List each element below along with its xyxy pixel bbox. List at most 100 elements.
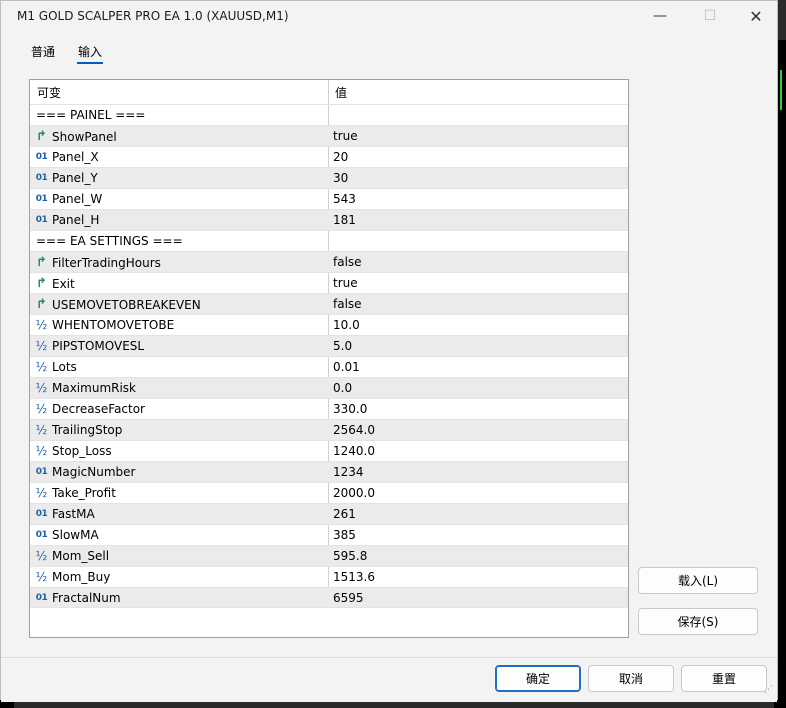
variable-name: Exit [52, 276, 75, 291]
variable-value-cell[interactable]: 595.8 [333, 549, 367, 563]
reset-button[interactable]: 重置 [681, 665, 767, 692]
load-button[interactable]: 载入(L) [638, 567, 758, 594]
variable-name: FilterTradingHours [52, 255, 161, 270]
variable-name: FastMA [52, 507, 95, 521]
cancel-button[interactable]: 取消 [588, 665, 674, 692]
background-chart-line [780, 70, 782, 110]
variable-value-cell[interactable]: 30 [333, 171, 348, 185]
column-header-value[interactable]: 值 [335, 84, 347, 101]
double-type-icon: ½ [35, 444, 48, 458]
variable-value-cell[interactable]: 543 [333, 192, 356, 206]
variable-value-cell[interactable]: true [333, 276, 358, 290]
table-row[interactable]: 01 Panel_H 181 [30, 209, 628, 230]
variable-name-cell: 01 SlowMA [34, 528, 99, 542]
table-row[interactable]: ↱ ShowPanel true [30, 125, 628, 146]
variable-name-cell: ↱ Exit [34, 276, 75, 291]
inputs-table: 可变 值 === PAINEL === ↱ ShowPanel true 01 Panel… [29, 79, 629, 638]
table-row[interactable]: ½ MaximumRisk 0.0 [30, 377, 628, 398]
table-row[interactable]: ½ Lots 0.01 [30, 356, 628, 377]
table-row[interactable]: ½ Mom_Buy 1513.6 [30, 566, 628, 587]
double-type-icon: ½ [35, 318, 48, 332]
variable-name-cell: 01 FastMA [34, 507, 95, 521]
variable-name: DecreaseFactor [52, 402, 145, 416]
save-button[interactable]: 保存(S) [638, 608, 758, 635]
window-title: M1 GOLD SCALPER PRO EA 1.0 (XAUUSD,M1) [17, 9, 289, 23]
bool-type-icon: ↱ [36, 297, 47, 312]
variable-name-cell: ½ Mom_Buy [34, 570, 111, 584]
variable-name-cell: ½ DecreaseFactor [34, 402, 145, 416]
table-row[interactable]: ↱ Exit true [30, 272, 628, 293]
double-type-icon: ½ [35, 339, 48, 353]
table-row[interactable]: 01 Panel_Y 30 [30, 167, 628, 188]
table-row[interactable]: ½ WHENTOMOVETOBE 10.0 [30, 314, 628, 335]
ok-button[interactable]: 确定 [495, 665, 581, 692]
variable-value-cell[interactable]: 1234 [333, 465, 364, 479]
variable-value-cell[interactable]: 0.0 [333, 381, 352, 395]
double-type-icon: ½ [35, 360, 48, 374]
variable-value-cell[interactable]: 0.01 [333, 360, 360, 374]
int-type-icon: 01 [35, 215, 48, 225]
table-row[interactable]: ½ TrailingStop 2564.0 [30, 419, 628, 440]
variable-name-cell: ↱ USEMOVETOBREAKEVEN [34, 297, 201, 312]
variable-value-cell[interactable]: 20 [333, 150, 348, 164]
variable-name: USEMOVETOBREAKEVEN [52, 297, 201, 312]
double-type-icon: ½ [35, 570, 48, 584]
variable-name: Mom_Sell [52, 549, 110, 563]
int-type-icon: 01 [35, 194, 48, 204]
variable-name-cell: ½ PIPSTOMOVESL [34, 339, 144, 353]
double-type-icon: ½ [35, 402, 48, 416]
variable-value-cell[interactable]: 330.0 [333, 402, 367, 416]
table-row[interactable]: 01 SlowMA 385 [30, 524, 628, 545]
table-row[interactable]: 01 MagicNumber 1234 [30, 461, 628, 482]
variable-value-cell[interactable]: 181 [333, 213, 356, 227]
variable-value-cell[interactable]: 1240.0 [333, 444, 375, 458]
variable-value-cell[interactable]: false [333, 297, 362, 311]
variable-name-cell: === EA SETTINGS === [36, 234, 183, 248]
title-bar[interactable]: M1 GOLD SCALPER PRO EA 1.0 (XAUUSD,M1) —… [1, 1, 777, 31]
bool-type-icon: ↱ [36, 276, 47, 291]
variable-value-cell[interactable]: 5.0 [333, 339, 352, 353]
variable-value-cell[interactable]: 2000.0 [333, 486, 375, 500]
table-row[interactable]: ↱ USEMOVETOBREAKEVEN false [30, 293, 628, 314]
variable-value-cell[interactable]: 10.0 [333, 318, 360, 332]
close-icon[interactable]: ✕ [733, 1, 779, 31]
variable-value-cell[interactable]: false [333, 255, 362, 269]
tab-common[interactable]: 普通 [31, 43, 55, 60]
variable-name: Panel_H [52, 213, 100, 227]
minimize-icon[interactable]: — [637, 1, 683, 31]
table-row[interactable]: ½ Stop_Loss 1240.0 [30, 440, 628, 461]
table-row[interactable]: ↱ FilterTradingHours false [30, 251, 628, 272]
variable-name: Take_Profit [52, 486, 116, 500]
variable-name-cell: 01 Panel_X [34, 150, 99, 164]
variable-name: Panel_Y [52, 171, 98, 185]
double-type-icon: ½ [35, 486, 48, 500]
variable-value-cell[interactable]: 2564.0 [333, 423, 375, 437]
section-header-row[interactable]: === EA SETTINGS === [30, 230, 628, 251]
table-row[interactable]: ½ DecreaseFactor 330.0 [30, 398, 628, 419]
double-type-icon: ½ [35, 549, 48, 563]
variable-name: === PAINEL === [36, 108, 146, 122]
variable-value-cell[interactable]: 6595 [333, 591, 364, 605]
variable-value-cell[interactable]: 261 [333, 507, 356, 521]
table-row[interactable]: 01 Panel_X 20 [30, 146, 628, 167]
tab-inputs[interactable]: 输入 [76, 43, 104, 64]
column-header-variable[interactable]: 可变 [37, 84, 61, 101]
variable-value-cell[interactable]: 385 [333, 528, 356, 542]
variable-value-cell[interactable]: 1513.6 [333, 570, 375, 584]
int-type-icon: 01 [35, 593, 48, 603]
table-row[interactable]: ½ PIPSTOMOVESL 5.0 [30, 335, 628, 356]
variable-name-cell: ½ MaximumRisk [34, 381, 136, 395]
double-type-icon: ½ [35, 381, 48, 395]
variable-value-cell[interactable]: true [333, 129, 358, 143]
table-row[interactable]: 01 FractalNum 6595 [30, 587, 628, 608]
bool-type-icon: ↱ [36, 255, 47, 270]
table-row[interactable]: 01 FastMA 261 [30, 503, 628, 524]
variable-name: Panel_X [52, 150, 99, 164]
table-row[interactable]: ½ Mom_Sell 595.8 [30, 545, 628, 566]
variable-name-cell: ↱ ShowPanel [34, 129, 117, 144]
table-row[interactable]: 01 Panel_W 543 [30, 188, 628, 209]
section-header-row[interactable]: === PAINEL === [30, 104, 628, 125]
resize-grip-icon[interactable]: ⋰ [764, 685, 773, 695]
variable-name-cell: ½ Lots [34, 360, 77, 374]
table-row[interactable]: ½ Take_Profit 2000.0 [30, 482, 628, 503]
